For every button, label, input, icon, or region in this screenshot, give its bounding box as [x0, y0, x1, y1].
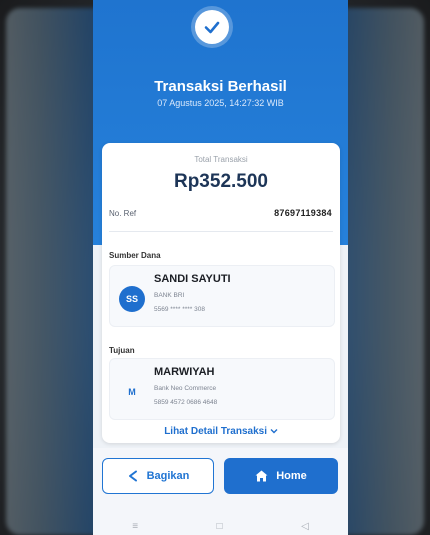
system-navigation-bar: ≡ □ ◁ — [93, 518, 348, 535]
detail-link-label: Lihat Detail Transaksi — [164, 426, 268, 437]
destination-section-label: Tujuan — [109, 346, 135, 355]
ref-label: No. Ref — [109, 209, 137, 218]
destination-avatar: M — [119, 379, 145, 405]
source-bank: BANK BRI — [154, 292, 185, 299]
source-name: SANDI SAYUTI — [154, 273, 231, 285]
system-home-button[interactable]: □ — [217, 521, 223, 532]
share-button-label: Bagikan — [146, 470, 190, 482]
page-title: Transaksi Berhasil — [154, 78, 287, 95]
divider — [109, 231, 333, 232]
chevron-down-icon — [270, 429, 278, 434]
home-icon — [255, 470, 268, 482]
home-button[interactable]: Home — [224, 458, 338, 494]
system-back-button[interactable]: ◁ — [301, 521, 309, 532]
success-check-icon — [195, 10, 229, 44]
recent-apps-button[interactable]: ≡ — [132, 521, 138, 532]
source-account-number: 5569 **** **** 308 — [154, 306, 205, 313]
receipt-card: Total Transaksi Rp352.500 No. Ref 876971… — [102, 143, 340, 443]
share-arrow-icon — [128, 470, 137, 482]
ref-value: 87697119384 — [274, 208, 332, 218]
total-amount: Rp352.500 — [173, 171, 268, 192]
source-section-label: Sumber Dana — [109, 251, 161, 260]
transaction-datetime: 07 Agustus 2025, 14:27:32 WIB — [157, 98, 284, 108]
share-button[interactable]: Bagikan — [102, 458, 214, 494]
destination-account-number: 5859 4572 0686 4648 — [154, 399, 218, 406]
destination-bank: Bank Neo Commerce — [154, 385, 217, 392]
home-button-label: Home — [276, 470, 307, 482]
destination-account-card: M MARWIYAH Bank Neo Commerce 5859 4572 0… — [109, 358, 335, 420]
view-transaction-detail-link[interactable]: Lihat Detail Transaksi — [102, 426, 340, 437]
destination-name: MARWIYAH — [154, 366, 215, 378]
total-label: Total Transaksi — [194, 155, 248, 164]
phone-screen: Transaksi Berhasil 07 Agustus 2025, 14:2… — [93, 0, 348, 535]
source-avatar: SS — [119, 286, 145, 312]
action-bar: Bagikan Home ≡ □ ◁ — [93, 448, 348, 535]
source-account-card: SS SANDI SAYUTI BANK BRI 5569 **** **** … — [109, 265, 335, 327]
